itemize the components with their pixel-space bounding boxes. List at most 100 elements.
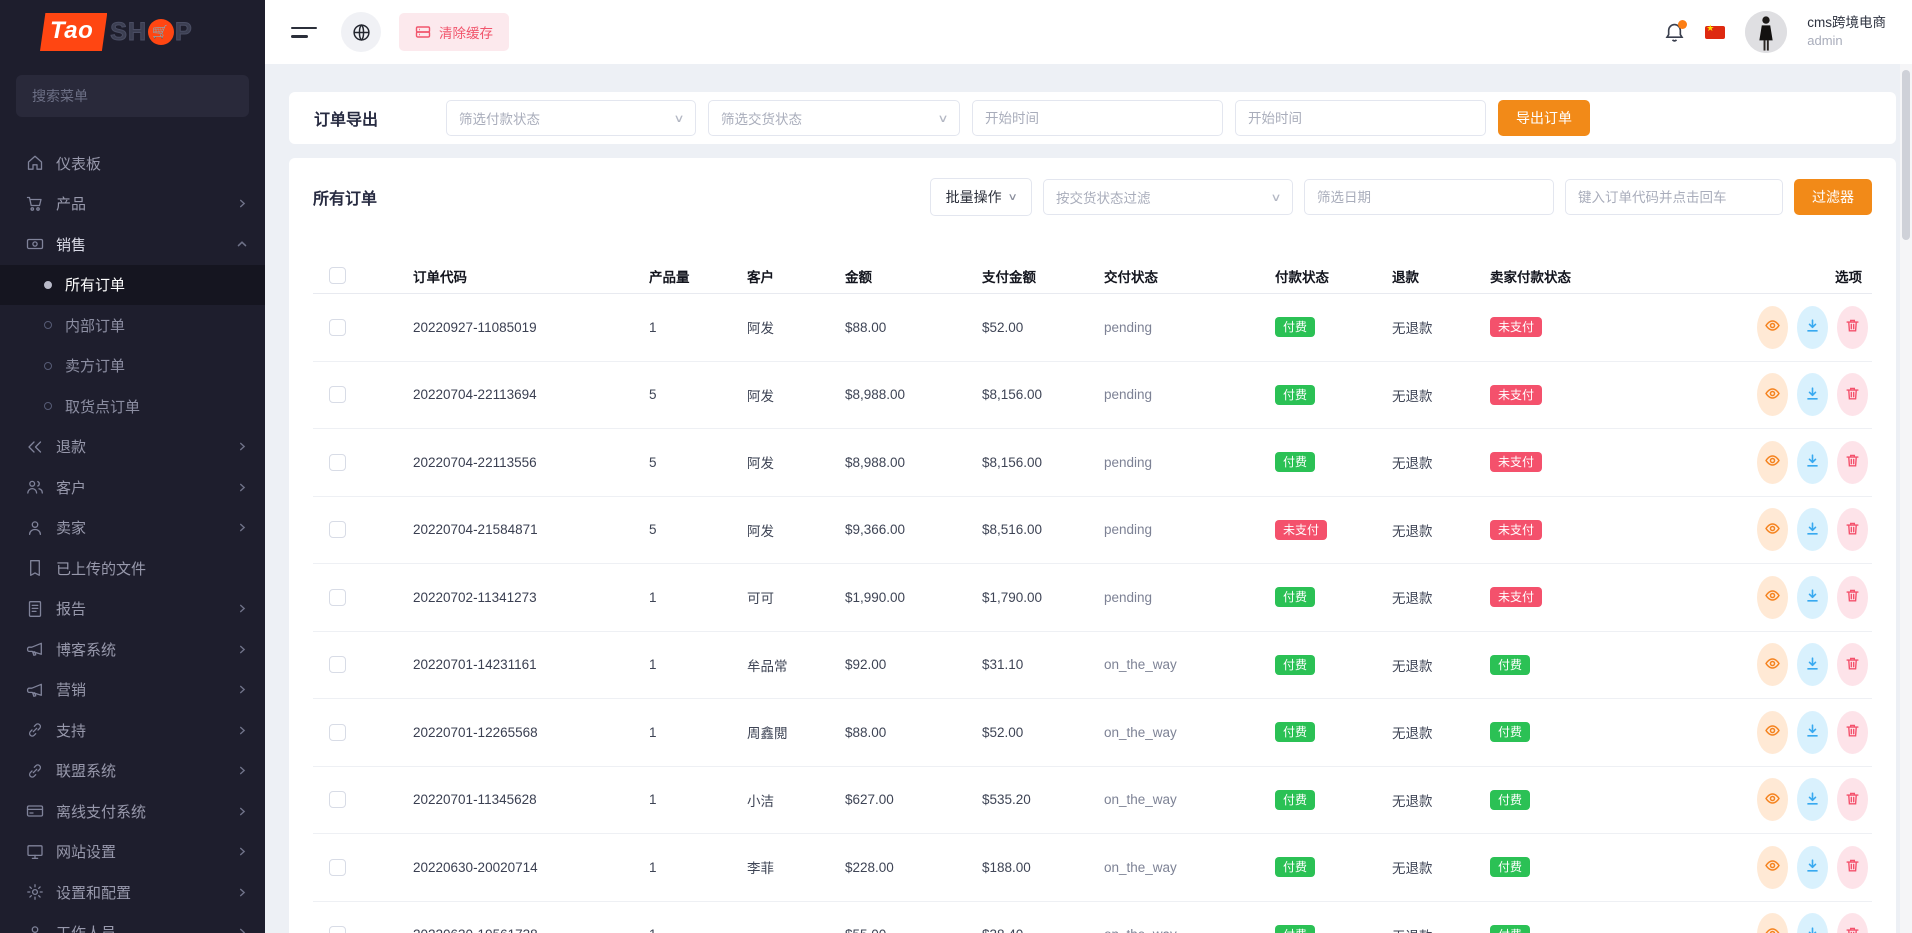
delete-order-button[interactable] — [1837, 306, 1868, 349]
download-invoice-button[interactable] — [1797, 441, 1828, 484]
row-checkbox[interactable] — [329, 521, 346, 538]
delete-order-button[interactable] — [1837, 913, 1868, 933]
download-icon — [1805, 791, 1820, 809]
sidebar-item-11[interactable]: 联盟系统 — [0, 751, 265, 792]
page-scrollbar[interactable] — [1900, 64, 1912, 933]
delivery-status-filter-select[interactable]: 筛选交货状态 ∨ — [708, 100, 960, 136]
view-order-button[interactable] — [1757, 643, 1788, 686]
download-invoice-button[interactable] — [1797, 643, 1828, 686]
sidebar-item-7[interactable]: 报告 — [0, 589, 265, 630]
row-checkbox[interactable] — [329, 791, 346, 808]
row-checkbox[interactable] — [329, 724, 346, 741]
customer-name: 周鑫閲 — [747, 722, 845, 742]
row-checkbox[interactable] — [329, 454, 346, 471]
hamburger-menu-icon[interactable] — [291, 21, 319, 44]
download-invoice-button[interactable] — [1797, 778, 1828, 821]
sidebar-search-input[interactable] — [16, 75, 249, 117]
refund-status: 无退款 — [1392, 722, 1490, 742]
sidebar-item-2[interactable]: 销售 — [0, 224, 265, 265]
sidebar-subitem-2-3[interactable]: 取货点订单 — [0, 386, 265, 427]
order-code-search-input[interactable] — [1565, 179, 1783, 215]
delivery-status-table-filter-select[interactable]: 按交货状态过滤 ∨ — [1043, 179, 1293, 215]
view-order-button[interactable] — [1757, 711, 1788, 754]
sidebar-item-13[interactable]: 网站设置 — [0, 832, 265, 873]
view-order-button[interactable] — [1757, 846, 1788, 889]
download-invoice-button[interactable] — [1797, 711, 1828, 754]
refund-status: 无退款 — [1392, 385, 1490, 405]
delete-order-button[interactable] — [1837, 508, 1868, 551]
row-checkbox[interactable] — [329, 589, 346, 606]
sidebar-subitem-2-0[interactable]: 所有订单 — [0, 265, 265, 306]
language-flag-icon[interactable]: ★ — [1705, 26, 1725, 39]
sidebar-item-5[interactable]: 卖家 — [0, 508, 265, 549]
eye-icon — [1765, 791, 1780, 809]
sidebar-item-10[interactable]: 支持 — [0, 710, 265, 751]
sidebar-item-4[interactable]: 客户 — [0, 467, 265, 508]
download-invoice-button[interactable] — [1797, 913, 1828, 933]
delivery-status: on_the_way — [1104, 725, 1275, 740]
bulk-action-dropdown[interactable]: 批量操作 ∨ — [930, 178, 1032, 216]
start-time-input-1[interactable] — [972, 100, 1223, 136]
sidebar-item-6[interactable]: 已上传的文件 — [0, 548, 265, 589]
product-qty: 1 — [649, 590, 747, 605]
product-qty: 1 — [649, 725, 747, 740]
view-order-button[interactable] — [1757, 508, 1788, 551]
select-all-checkbox[interactable] — [329, 267, 346, 284]
download-invoice-button[interactable] — [1797, 306, 1828, 349]
payment-status-filter-select[interactable]: 筛选付款状态 ∨ — [446, 100, 696, 136]
sidebar-item-12[interactable]: 离线支付系统 — [0, 791, 265, 832]
delete-order-button[interactable] — [1837, 441, 1868, 484]
user-avatar[interactable] — [1745, 11, 1787, 53]
chevron-right-icon — [238, 726, 247, 735]
delete-order-button[interactable] — [1837, 373, 1868, 416]
sidebar-item-14[interactable]: 设置和配置 — [0, 872, 265, 913]
date-filter-input[interactable] — [1304, 179, 1554, 215]
export-orders-button[interactable]: 导出订单 — [1498, 100, 1590, 136]
row-checkbox[interactable] — [329, 656, 346, 673]
chevron-right-icon — [238, 604, 247, 613]
sidebar-subitem-2-2[interactable]: 卖方订单 — [0, 346, 265, 387]
order-code: 20220630-20020714 — [413, 860, 649, 875]
view-order-button[interactable] — [1757, 441, 1788, 484]
download-invoice-button[interactable] — [1797, 576, 1828, 619]
notifications-button[interactable] — [1664, 22, 1685, 43]
download-invoice-button[interactable] — [1797, 508, 1828, 551]
view-order-button[interactable] — [1757, 913, 1788, 933]
start-time-input-2[interactable] — [1235, 100, 1486, 136]
order-amount: $88.00 — [845, 725, 982, 740]
payment-status-badge: 付费 — [1275, 655, 1315, 675]
delete-order-button[interactable] — [1837, 711, 1868, 754]
view-order-button[interactable] — [1757, 778, 1788, 821]
sidebar-item-0[interactable]: 仪表板 — [0, 143, 265, 184]
download-invoice-button[interactable] — [1797, 846, 1828, 889]
row-checkbox[interactable] — [329, 926, 346, 933]
brand-logo[interactable]: Tao SH🛒P — [0, 0, 265, 64]
row-checkbox[interactable] — [329, 859, 346, 876]
filter-button[interactable]: 过滤器 — [1794, 179, 1872, 215]
sidebar-item-9[interactable]: 营销 — [0, 670, 265, 711]
scrollbar-thumb[interactable] — [1902, 70, 1910, 240]
bullet-icon — [44, 402, 52, 410]
sidebar-item-15[interactable]: 工作人员 — [0, 913, 265, 933]
view-order-button[interactable] — [1757, 306, 1788, 349]
view-order-button[interactable] — [1757, 373, 1788, 416]
delete-order-button[interactable] — [1837, 576, 1868, 619]
seller-payment-badge: 未支付 — [1490, 317, 1542, 337]
sidebar-item-1[interactable]: 产品 — [0, 184, 265, 225]
delete-order-button[interactable] — [1837, 778, 1868, 821]
row-checkbox[interactable] — [329, 319, 346, 336]
sidebar-item-8[interactable]: 博客系统 — [0, 629, 265, 670]
delete-order-button[interactable] — [1837, 643, 1868, 686]
delete-order-button[interactable] — [1837, 846, 1868, 889]
row-checkbox[interactable] — [329, 386, 346, 403]
sidebar-item-3[interactable]: 退款 — [0, 427, 265, 468]
download-invoice-button[interactable] — [1797, 373, 1828, 416]
sidebar-subitem-2-1[interactable]: 内部订单 — [0, 305, 265, 346]
view-order-button[interactable] — [1757, 576, 1788, 619]
table-row: 20220702-113412731可可$1,990.00$1,790.00pe… — [313, 564, 1872, 632]
language-globe-button[interactable] — [341, 12, 381, 52]
brand-shop-text: SH🛒P — [110, 18, 192, 47]
chevron-right-icon — [238, 483, 247, 492]
clear-cache-button[interactable]: 清除缓存 — [399, 13, 509, 51]
paid-amount: $535.20 — [982, 792, 1104, 807]
